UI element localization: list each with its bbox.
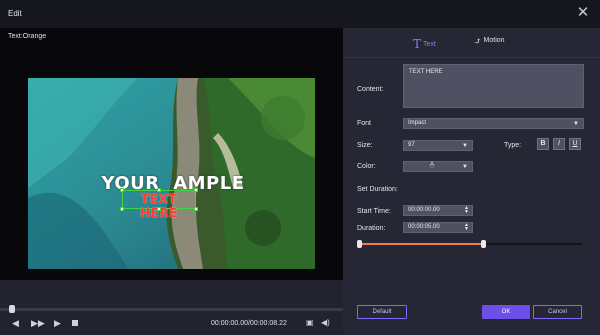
preview-label: Text:Orange bbox=[8, 33, 47, 40]
stop-icon[interactable] bbox=[72, 320, 78, 326]
chevron-down-icon: ▼ bbox=[573, 121, 579, 127]
color-select[interactable]: ▼ bbox=[403, 161, 473, 172]
bold-button[interactable]: B bbox=[537, 138, 549, 150]
prev-icon[interactable]: ◀ bbox=[12, 318, 19, 328]
range-end-handle[interactable] bbox=[481, 240, 487, 248]
type-label: Type: bbox=[504, 142, 522, 149]
spin-arrows-icon[interactable]: ▲ ▼ bbox=[464, 206, 469, 215]
color-swatch: A bbox=[430, 162, 435, 168]
close-icon[interactable]: ✕ bbox=[576, 5, 590, 20]
underline-button[interactable]: U bbox=[569, 138, 581, 150]
content-label: Content: bbox=[357, 86, 384, 93]
start-time-value: 00:00:00.00 bbox=[408, 207, 440, 213]
video-frame: YOUR AMPLE bbox=[28, 78, 315, 269]
resize-handle-top[interactable] bbox=[157, 188, 161, 192]
duration-value: 00:00:05.00 bbox=[408, 224, 440, 230]
snapshot-icon[interactable]: ▣ bbox=[306, 318, 314, 328]
video-preview: Text:Orange YOUR AMPLE TEXT HERE bbox=[0, 28, 343, 280]
motion-icon: ⤴ bbox=[474, 37, 482, 47]
font-select[interactable]: Impact ▼ bbox=[403, 118, 584, 129]
duration-label: Duration: bbox=[357, 225, 386, 232]
overlay-caption-text[interactable]: TEXT HERE bbox=[122, 192, 196, 220]
timeline-knob[interactable] bbox=[9, 305, 15, 313]
title-bar: Edit ✕ bbox=[0, 0, 600, 28]
tab-bar: T Text ⤴ Motion bbox=[343, 28, 600, 58]
italic-button[interactable]: I bbox=[553, 138, 565, 150]
range-start-handle[interactable] bbox=[357, 240, 362, 248]
duration-range-fill bbox=[358, 243, 484, 245]
chevron-down-icon: ▼ bbox=[462, 143, 468, 149]
resize-handle-bottom[interactable] bbox=[157, 207, 161, 211]
chevron-down-icon: ▼ bbox=[462, 164, 468, 170]
resize-handle-top-right[interactable] bbox=[194, 188, 198, 192]
timecode: 00:00:00.00/00:00:08.22 bbox=[211, 320, 287, 327]
content-textarea[interactable]: TEXT HERE bbox=[403, 64, 584, 108]
size-select[interactable]: 97 ▼ bbox=[403, 140, 473, 151]
ok-button[interactable]: OK bbox=[482, 305, 530, 319]
set-duration-label: Set Duration: bbox=[357, 186, 398, 193]
start-time-label: Start Time: bbox=[357, 208, 391, 215]
fast-forward-icon[interactable]: ▶▶ bbox=[31, 318, 45, 328]
tab-text[interactable]: T Text bbox=[413, 37, 436, 51]
tab-motion[interactable]: ⤴ Motion bbox=[474, 37, 505, 47]
duration-stepper[interactable]: 00:00:05.00 ▲ ▼ bbox=[403, 222, 473, 233]
size-value: 97 bbox=[408, 142, 415, 148]
text-icon: T bbox=[413, 37, 422, 51]
size-label: Size: bbox=[357, 142, 373, 149]
color-label: Color: bbox=[357, 163, 376, 170]
cancel-button[interactable]: Cancel bbox=[533, 305, 582, 319]
tab-motion-label: Motion bbox=[483, 37, 505, 44]
resize-handle-top-left[interactable] bbox=[120, 188, 124, 192]
resize-handle-bottom-left[interactable] bbox=[120, 207, 124, 211]
timeline-track[interactable] bbox=[0, 308, 343, 311]
start-time-stepper[interactable]: 00:00:00.00 ▲ ▼ bbox=[403, 205, 473, 216]
resize-handle-bottom-right[interactable] bbox=[194, 207, 198, 211]
tab-text-label: Text bbox=[423, 41, 436, 48]
play-icon[interactable]: ▶ bbox=[54, 318, 61, 328]
window-title: Edit bbox=[8, 9, 22, 18]
font-value: Impact bbox=[408, 120, 427, 126]
default-button[interactable]: Default bbox=[357, 305, 407, 319]
spin-arrows-icon[interactable]: ▲ ▼ bbox=[464, 223, 469, 232]
volume-icon[interactable]: ◀) bbox=[321, 318, 330, 328]
font-label: Font bbox=[357, 120, 372, 127]
